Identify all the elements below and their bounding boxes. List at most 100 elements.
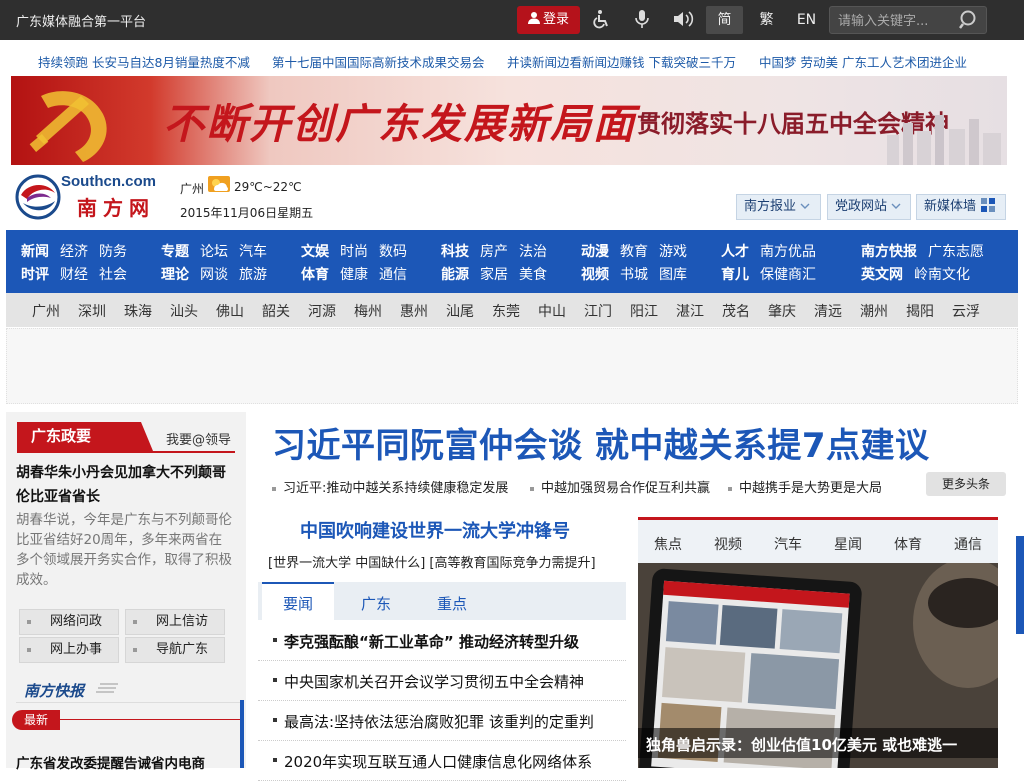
nav-link[interactable]: 广东志愿 [928,244,984,260]
city-link[interactable]: 肇庆 [768,301,796,321]
nav-link[interactable]: 游戏 [659,244,687,260]
tab-telecom[interactable]: 通信 [954,534,982,554]
sub-headline[interactable]: 中越加强贸易合作促互利共赢 [530,477,710,496]
lang-traditional-button[interactable]: 繁 [748,6,785,34]
main-headline[interactable]: 习近平同阮富仲会谈 就中越关系提7点建议 [272,418,930,467]
nav-link[interactable]: 南方优品 [760,244,816,260]
new-media-wall-button[interactable]: 新媒体墙 [916,194,1006,220]
nav-link[interactable]: 图库 [659,267,687,283]
city-link[interactable]: 韶关 [262,301,290,321]
city-link[interactable]: 珠海 [124,301,152,321]
city-link[interactable]: 汕尾 [446,301,474,321]
nav-link[interactable]: 科技 [441,244,469,260]
nav-link[interactable]: 防务 [99,244,127,260]
side-float-tab[interactable] [1016,536,1024,634]
nav-link[interactable]: 英文网 [861,267,903,283]
city-link[interactable]: 东莞 [492,301,520,321]
city-link[interactable]: 湛江 [676,301,704,321]
nav-link[interactable]: 汽车 [239,244,267,260]
news-item[interactable]: 最高法:坚持依法惩治腐败犯罪 该重判的定重判 [258,701,626,741]
nav-link[interactable]: 书城 [620,267,648,283]
search-input[interactable] [838,11,956,31]
speaker-icon[interactable] [672,9,694,31]
nav-link[interactable]: 房产 [480,244,508,260]
city-link[interactable]: 清远 [814,301,842,321]
service-button[interactable]: 导航广东 [125,637,225,663]
city-link[interactable]: 揭阳 [906,301,934,321]
city-link[interactable]: 云浮 [952,301,980,321]
city-link[interactable]: 梅州 [354,301,382,321]
nav-link[interactable]: 南方快报 [861,244,917,260]
nav-link[interactable]: 通信 [379,267,407,283]
ticker-link[interactable]: 第十七届中国国际高新技术成果交易会 [272,52,485,71]
nav-link[interactable]: 旅游 [239,267,267,283]
news-item[interactable]: 2020年实现互联互通人口健康信息化网络体系 [258,741,626,781]
nav-link[interactable]: 理论 [161,267,189,283]
city-link[interactable]: 佛山 [216,301,244,321]
nav-link[interactable]: 家居 [480,267,508,283]
more-headlines-button[interactable]: 更多头条 [926,472,1006,496]
nav-link[interactable]: 论坛 [200,244,228,260]
nav-link[interactable]: 保健商汇 [760,267,816,283]
city-link[interactable]: 潮州 [860,301,888,321]
southcn-logo-icon[interactable] [15,170,61,224]
nav-link[interactable]: 美食 [519,267,547,283]
ask-leader-link[interactable]: 我要@领导 [166,429,231,448]
service-button[interactable]: 网络问政 [19,609,119,635]
microphone-icon[interactable] [631,9,653,31]
nav-link[interactable]: 经济 [60,244,88,260]
nav-link[interactable]: 专题 [161,244,189,260]
nav-link[interactable]: 网谈 [200,267,228,283]
tab-video[interactable]: 视频 [714,534,742,554]
sub-headline[interactable]: 习近平:推动中越关系持续健康稳定发展 [272,477,508,496]
city-link[interactable]: 中山 [538,301,566,321]
party-sites-dropdown[interactable]: 党政网站 [827,194,911,220]
nav-link[interactable]: 新闻 [21,244,49,260]
city-link[interactable]: 广州 [32,301,60,321]
nav-link[interactable]: 教育 [620,244,648,260]
promo-banner[interactable]: 不断开创广东发展新局面 贯彻落实十八届五中全会精神 [11,76,1007,165]
photo-caption-bar[interactable]: 独角兽启示录：创业估值10亿美元 或也难逃一 [638,728,998,758]
search-icon[interactable] [958,9,980,31]
nanfang-flash-heading[interactable]: 南方快报 [24,680,84,701]
lang-english-button[interactable]: EN [788,6,825,34]
city-link[interactable]: 汕头 [170,301,198,321]
nanfang-newspaper-dropdown[interactable]: 南方报业 [736,194,821,220]
nav-link[interactable]: 财经 [60,267,88,283]
nav-link[interactable]: 视频 [581,267,609,283]
policy-headline[interactable]: 胡春华朱小丹会见加拿大不列颠哥伦比亚省省长 [16,461,232,509]
nav-link[interactable]: 社会 [99,267,127,283]
nav-link[interactable]: 时尚 [340,244,368,260]
login-button[interactable]: 登录 [517,6,580,34]
city-link[interactable]: 阳江 [630,301,658,321]
sub-headline[interactable]: 中越携手是大势更是大局 [728,477,882,496]
city-link[interactable]: 茂名 [722,301,750,321]
scroll-indicator[interactable] [240,700,244,768]
logo-english[interactable]: Southcn.com [61,173,156,190]
tab-key-news[interactable]: 重点 [416,582,488,620]
nav-link[interactable]: 法治 [519,244,547,260]
ticker-link[interactable]: 持续领跑 长安马自达8月销量热度不减 [38,52,250,71]
logo-chinese[interactable]: 南方网 [77,192,155,221]
tab-sports[interactable]: 体育 [894,534,922,554]
news-item[interactable]: 中央国家机关召开会议学习贯彻五中全会精神 [258,661,626,701]
service-button[interactable]: 网上信访 [125,609,225,635]
city-link[interactable]: 河源 [308,301,336,321]
nav-link[interactable]: 体育 [301,267,329,283]
nav-link[interactable]: 文娱 [301,244,329,260]
flash-news-item[interactable]: 广东省发改委提醒告诫省内电商 [16,752,205,772]
nav-link[interactable]: 数码 [379,244,407,260]
news-item[interactable]: 李克强酝酿“新工业革命” 推动经济转型升级 [258,621,626,661]
feature-headline[interactable]: 中国吹响建设世界一流大学冲锋号 [300,517,570,543]
city-link[interactable]: 惠州 [400,301,428,321]
ticker-link[interactable]: 并读新闻边看新闻边赚钱 下载突破三千万 [507,52,736,71]
nav-link[interactable]: 育儿 [721,267,749,283]
tab-celebrity[interactable]: 星闻 [834,534,862,554]
nav-link[interactable]: 健康 [340,267,368,283]
city-link[interactable]: 江门 [584,301,612,321]
service-button[interactable]: 网上办事 [19,637,119,663]
tab-top-news[interactable]: 要闻 [262,582,334,620]
lang-simplified-button[interactable]: 简 [706,6,743,34]
ticker-link[interactable]: 中国梦 劳动美 广东工人艺术团进企业 [759,52,967,71]
nav-link[interactable]: 人才 [721,244,749,260]
